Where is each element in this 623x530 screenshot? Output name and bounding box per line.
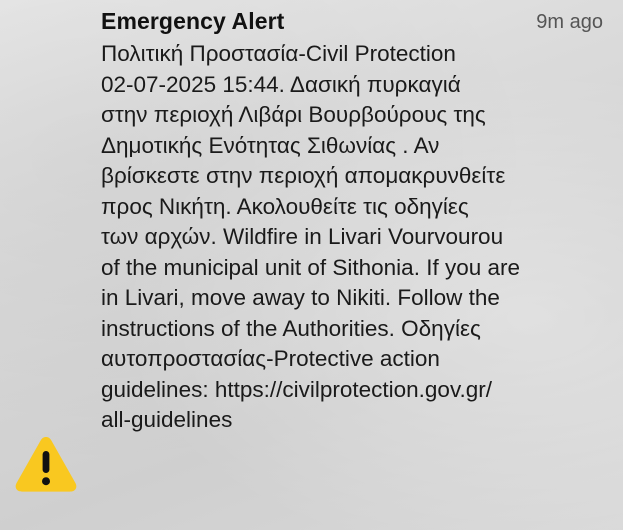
alert-message-line: 02-07-2025 15:44. Δασική πυρκαγιά xyxy=(101,71,461,97)
alert-timestamp: 9m ago xyxy=(536,11,603,33)
alert-message-line: προς Νικήτη. Ακολουθείτε τις οδηγίες xyxy=(101,193,469,219)
alert-message-line: Πολιτική Προστασία-Civil Protection xyxy=(101,41,456,66)
alert-title: Emergency Alert xyxy=(101,8,285,34)
alert-message-line: στην περιοχή Λιβάρι Βουρβούρους της xyxy=(101,102,486,127)
alert-message-line: αυτοπροστασίας-Protective action xyxy=(101,346,440,371)
emergency-alert-notification[interactable]: Emergency Alert 9m ago Πολιτική Προστασί… xyxy=(0,0,623,530)
alert-message-line: Δημοτικής Ενότητας Σιθωνίας . Αν xyxy=(101,132,440,158)
alert-message: Πολιτική Προστασία-Civil Protection 02-0… xyxy=(101,39,606,436)
alert-message-line: all-guidelines xyxy=(101,407,233,432)
warning-triangle-icon xyxy=(15,437,77,492)
alert-message-line: βρίσκεστε στην περιοχή απομακρυνθείτε xyxy=(101,163,506,188)
alert-message-line: instructions of the Authorities. Οδηγίες xyxy=(101,315,481,341)
alert-message-line: των αρχών. Wildfire in Livari Vourvourou xyxy=(101,224,504,249)
alert-message-line: guidelines: https://civilprotection.gov.… xyxy=(101,376,493,402)
alert-message-line: in Livari, move away to Nikiti. Follow t… xyxy=(101,285,500,310)
alert-message-line: of the municipal unit of Sithonia. If yo… xyxy=(101,254,520,280)
